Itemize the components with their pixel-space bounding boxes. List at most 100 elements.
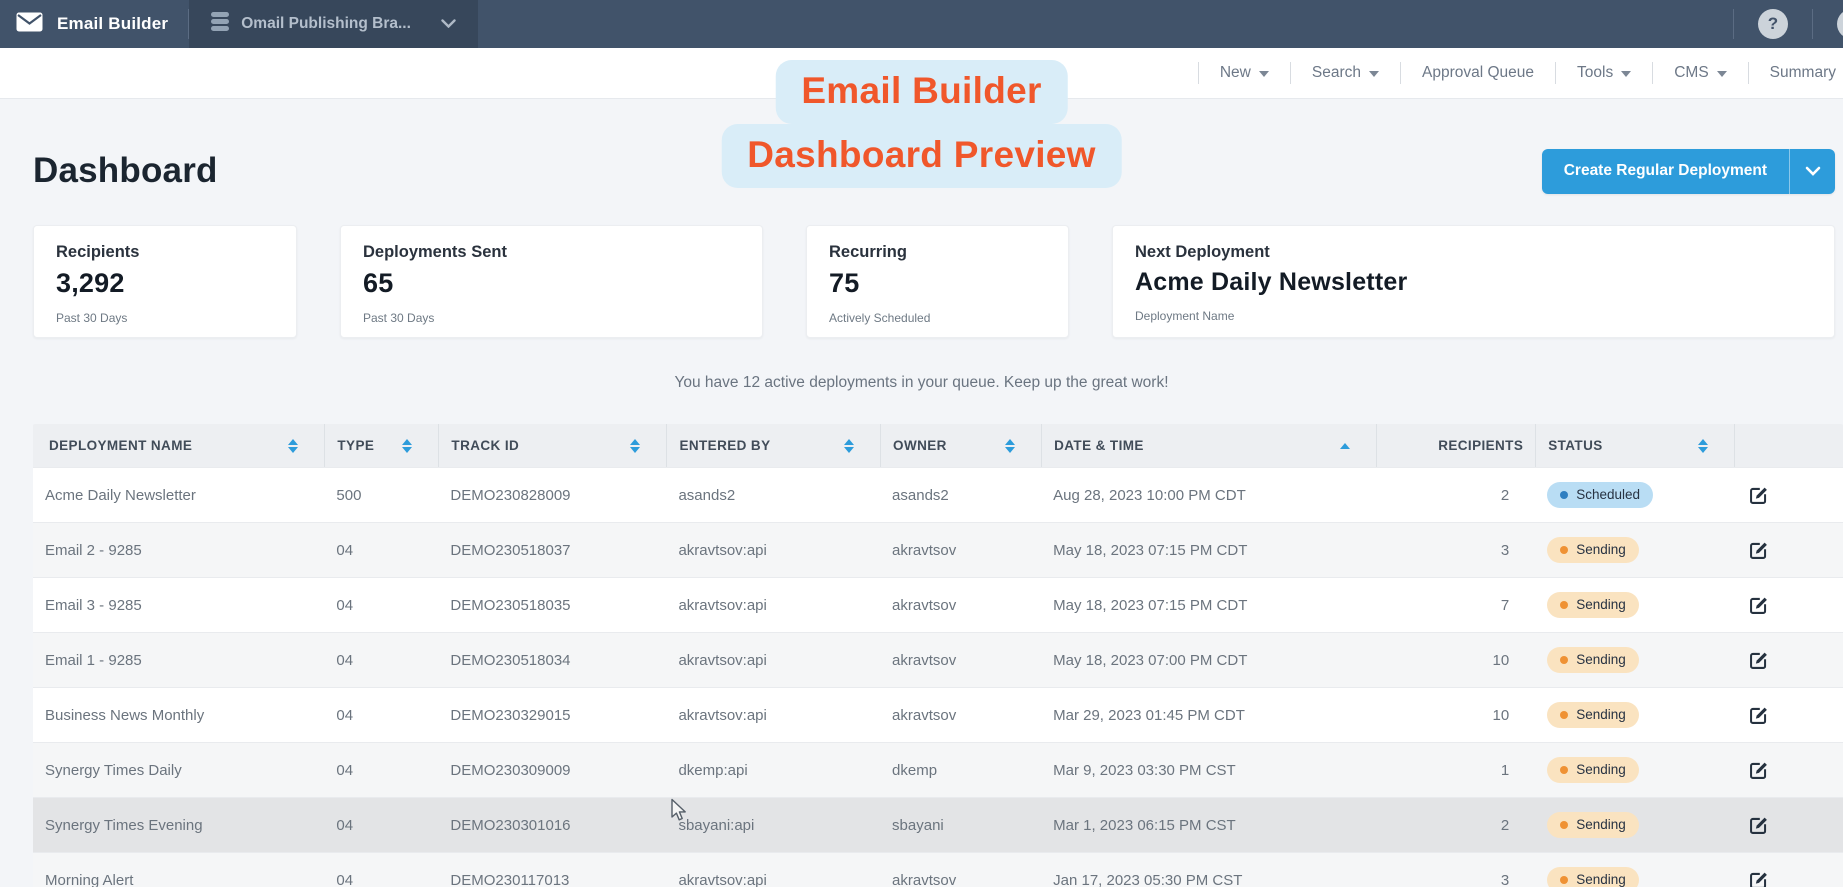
column-header-label: DATE & TIME <box>1054 438 1144 453</box>
status-dot-icon <box>1560 876 1568 884</box>
column-header-deployment-name[interactable]: DEPLOYMENT NAME <box>33 424 324 467</box>
column-header-label: RECIPIENTS <box>1438 438 1523 453</box>
edit-deployment-button[interactable] <box>1746 538 1771 563</box>
edit-deployment-button[interactable] <box>1746 758 1771 783</box>
column-header-owner[interactable]: OWNER <box>880 424 1041 467</box>
nav-item-summary[interactable]: Summary <box>1749 64 1843 82</box>
status-badge: Sending <box>1547 702 1639 728</box>
actions-cell <box>1734 868 1843 887</box>
nav-item-approval-queue[interactable]: Approval Queue <box>1401 64 1555 82</box>
nav-item-cms[interactable]: CMS <box>1653 64 1747 82</box>
table-row-business-news-monthly[interactable]: Business News Monthly04DEMO230329015akra… <box>33 687 1843 742</box>
create-regular-deployment-button[interactable]: Create Regular Deployment <box>1542 149 1789 194</box>
edit-deployment-button[interactable] <box>1746 593 1771 618</box>
track-id-cell: DEMO230329015 <box>438 707 666 724</box>
edit-deployment-button[interactable] <box>1746 813 1771 838</box>
stat-label: Next Deployment <box>1135 243 1812 262</box>
caret-down-icon <box>1621 71 1631 77</box>
edit-deployment-button[interactable] <box>1746 648 1771 673</box>
status-badge: Sending <box>1547 647 1639 673</box>
nav-item-new[interactable]: New <box>1199 64 1290 82</box>
nav-item-search[interactable]: Search <box>1291 64 1400 82</box>
status-cell: Sending <box>1535 867 1734 887</box>
stat-sublabel: Actively Scheduled <box>829 311 1046 325</box>
track-id-cell: DEMO230518034 <box>438 652 666 669</box>
sort-asc-icon <box>1340 443 1350 449</box>
status-badge: Sending <box>1547 592 1639 618</box>
stat-card-next-deployment: Next DeploymentAcme Daily NewsletterDepl… <box>1112 225 1835 338</box>
track-id-cell: DEMO230117013 <box>438 872 666 887</box>
nav-item-label: Summary <box>1770 64 1836 82</box>
chevron-down-icon <box>1805 164 1821 179</box>
partial-icon-button[interactable] <box>1837 9 1843 39</box>
entered-by-cell: sbayani:api <box>666 817 880 834</box>
owner-cell: akravtsov <box>880 597 1041 614</box>
column-header-date-time[interactable]: DATE & TIME <box>1041 424 1376 467</box>
table-row-email-1-9285[interactable]: Email 1 - 928504DEMO230518034akravtsov:a… <box>33 632 1843 687</box>
column-header-actions <box>1734 424 1843 467</box>
status-cell: Sending <box>1535 812 1734 838</box>
entered-by-cell: dkemp:api <box>666 762 880 779</box>
datetime-cell: May 18, 2023 07:00 PM CDT <box>1041 652 1376 669</box>
status-cell: Sending <box>1535 592 1734 618</box>
table-row-morning-alert[interactable]: Morning Alert04DEMO230117013akravtsov:ap… <box>33 852 1843 887</box>
table-row-email-2-9285[interactable]: Email 2 - 928504DEMO230518037akravtsov:a… <box>33 522 1843 577</box>
owner-cell: akravtsov <box>880 652 1041 669</box>
column-header-recipients: RECIPIENTS <box>1376 424 1535 467</box>
status-dot-icon <box>1560 766 1568 774</box>
name-cell: Acme Daily Newsletter <box>33 487 324 504</box>
brand-switcher[interactable]: Omail Publishing Bra... <box>189 0 478 48</box>
actions-cell <box>1734 648 1843 673</box>
column-header-track-id[interactable]: TRACK ID <box>438 424 666 467</box>
column-header-type[interactable]: TYPE <box>324 424 438 467</box>
recipients-cell: 7 <box>1376 597 1535 614</box>
sort-icon <box>288 439 298 453</box>
recipients-cell: 3 <box>1376 872 1535 887</box>
stat-sublabel: Past 30 Days <box>363 311 740 325</box>
status-cell: Sending <box>1535 757 1734 783</box>
owner-cell: dkemp <box>880 762 1041 779</box>
stat-card-recurring: Recurring75Actively Scheduled <box>806 225 1069 338</box>
sort-icon <box>630 439 640 453</box>
database-icon <box>211 12 229 36</box>
entered-by-cell: akravtsov:api <box>666 652 880 669</box>
type-cell: 04 <box>324 817 438 834</box>
name-cell: Morning Alert <box>33 872 324 887</box>
stat-sublabel: Past 30 Days <box>56 311 274 325</box>
table-row-synergy-times-daily[interactable]: Synergy Times Daily04DEMO230309009dkemp:… <box>33 742 1843 797</box>
recipients-cell: 3 <box>1376 542 1535 559</box>
edit-deployment-button[interactable] <box>1746 868 1771 887</box>
create-deployment-split-button: Create Regular Deployment <box>1542 149 1835 194</box>
topbar: Email Builder Omail Publishing Bra... ? <box>0 0 1843 48</box>
status-dot-icon <box>1560 656 1568 664</box>
table-row-email-3-9285[interactable]: Email 3 - 928504DEMO230518035akravtsov:a… <box>33 577 1843 632</box>
create-deployment-menu-button[interactable] <box>1789 149 1835 194</box>
column-header-label: DEPLOYMENT NAME <box>49 438 192 453</box>
stat-sublabel: Deployment Name <box>1135 309 1812 323</box>
recipients-cell: 10 <box>1376 707 1535 724</box>
column-header-entered-by[interactable]: ENTERED BY <box>666 424 880 467</box>
status-badge: Scheduled <box>1547 482 1653 508</box>
name-cell: Business News Monthly <box>33 707 324 724</box>
entered-by-cell: akravtsov:api <box>666 597 880 614</box>
status-dot-icon <box>1560 546 1568 554</box>
nav-item-tools[interactable]: Tools <box>1556 64 1652 82</box>
status-label: Sending <box>1576 542 1626 557</box>
secondary-nav: NewSearchApproval Queue Tools CMS Summary <box>0 48 1843 99</box>
status-label: Sending <box>1576 817 1626 832</box>
edit-deployment-button[interactable] <box>1746 703 1771 728</box>
brand-switcher-label: Omail Publishing Bra... <box>241 15 411 33</box>
queue-message: You have 12 active deployments in your q… <box>0 374 1843 392</box>
table-row-synergy-times-evening[interactable]: Synergy Times Evening04DEMO230301016sbay… <box>33 797 1843 852</box>
column-header-status[interactable]: STATUS <box>1535 424 1734 467</box>
owner-cell: akravtsov <box>880 542 1041 559</box>
stat-label: Recurring <box>829 243 1046 262</box>
stat-label: Recipients <box>56 243 274 262</box>
nav-item-label: Tools <box>1577 64 1613 82</box>
help-button[interactable]: ? <box>1758 9 1788 39</box>
actions-cell <box>1734 758 1843 783</box>
actions-cell <box>1734 483 1843 508</box>
edit-deployment-button[interactable] <box>1746 483 1771 508</box>
name-cell: Email 2 - 9285 <box>33 542 324 559</box>
table-row-acme-daily-newsletter[interactable]: Acme Daily Newsletter500DEMO230828009asa… <box>33 467 1843 522</box>
